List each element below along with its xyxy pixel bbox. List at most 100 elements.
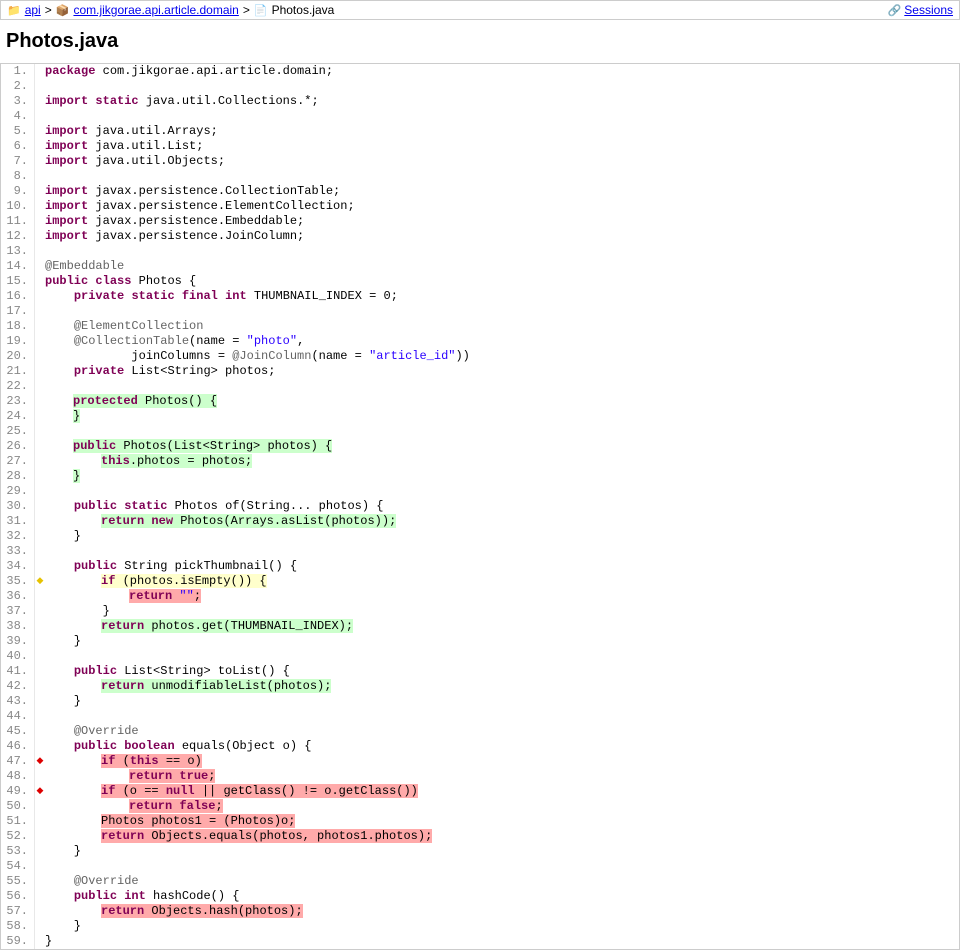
line-number[interactable]: 2.: [1, 79, 35, 94]
line-number[interactable]: 42.: [1, 679, 35, 694]
line-number[interactable]: 20.: [1, 349, 35, 364]
page-title: Photos.java: [6, 30, 954, 53]
indent-pad: [45, 469, 73, 484]
line-number[interactable]: 47.: [1, 754, 35, 769]
coverage-marker-empty: [35, 889, 45, 904]
line-number[interactable]: 21.: [1, 364, 35, 379]
code-text: @Override: [45, 874, 959, 889]
code-text: [45, 379, 959, 394]
line-number[interactable]: 23.: [1, 394, 35, 409]
line-number[interactable]: 13.: [1, 244, 35, 259]
code-line: 4.: [1, 109, 959, 124]
line-number[interactable]: 28.: [1, 469, 35, 484]
line-number[interactable]: 29.: [1, 484, 35, 499]
code-text: @ElementCollection: [45, 319, 959, 334]
line-number[interactable]: 10.: [1, 199, 35, 214]
line-number[interactable]: 39.: [1, 634, 35, 649]
line-number[interactable]: 53.: [1, 844, 35, 859]
line-number[interactable]: 56.: [1, 889, 35, 904]
code-line: 33.: [1, 544, 959, 559]
code-text: public int hashCode() {: [45, 889, 959, 904]
line-number[interactable]: 57.: [1, 904, 35, 919]
line-number[interactable]: 1.: [1, 64, 35, 79]
line-number[interactable]: 25.: [1, 424, 35, 439]
line-number[interactable]: 55.: [1, 874, 35, 889]
line-number[interactable]: 32.: [1, 529, 35, 544]
line-number[interactable]: 46.: [1, 739, 35, 754]
line-number[interactable]: 26.: [1, 439, 35, 454]
coverage-marker-empty: [35, 904, 45, 919]
coverage-marker-empty: [35, 844, 45, 859]
breadcrumb-sep: >: [243, 3, 250, 17]
indent-pad: [45, 619, 101, 634]
line-number[interactable]: 12.: [1, 229, 35, 244]
line-number[interactable]: 18.: [1, 319, 35, 334]
line-number[interactable]: 41.: [1, 664, 35, 679]
line-number[interactable]: 4.: [1, 109, 35, 124]
line-number[interactable]: 51.: [1, 814, 35, 829]
line-number[interactable]: 40.: [1, 649, 35, 664]
line-number[interactable]: 49.: [1, 784, 35, 799]
line-number[interactable]: 43.: [1, 694, 35, 709]
line-number[interactable]: 22.: [1, 379, 35, 394]
breadcrumb-api-link[interactable]: api: [25, 3, 41, 17]
line-number[interactable]: 3.: [1, 94, 35, 109]
code-text: return unmodifiableList(photos);: [101, 679, 959, 694]
line-number[interactable]: 44.: [1, 709, 35, 724]
coverage-marker-empty: [35, 604, 45, 619]
line-number[interactable]: 35.: [1, 574, 35, 589]
line-number[interactable]: 58.: [1, 919, 35, 934]
line-number[interactable]: 33.: [1, 544, 35, 559]
line-number[interactable]: 59.: [1, 934, 35, 949]
line-number[interactable]: 9.: [1, 184, 35, 199]
line-number[interactable]: 7.: [1, 154, 35, 169]
line-number[interactable]: 19.: [1, 334, 35, 349]
coverage-green-span: this.photos = photos;: [101, 454, 252, 468]
breadcrumb-package-link[interactable]: com.jikgorae.api.article.domain: [73, 3, 238, 17]
code-text: }: [45, 934, 959, 949]
coverage-marker-empty: [35, 304, 45, 319]
line-number[interactable]: 48.: [1, 769, 35, 784]
line-number[interactable]: 5.: [1, 124, 35, 139]
code-line: 31.return new Photos(Arrays.asList(photo…: [1, 514, 959, 529]
coverage-marker-empty: [35, 259, 45, 274]
coverage-marker-empty: [35, 319, 45, 334]
coverage-marker-empty: [35, 214, 45, 229]
line-number[interactable]: 37.: [1, 604, 35, 619]
line-number[interactable]: 50.: [1, 799, 35, 814]
code-line: 9.import javax.persistence.CollectionTab…: [1, 184, 959, 199]
coverage-marker-empty: [35, 829, 45, 844]
coverage-marker-empty: [35, 694, 45, 709]
line-number[interactable]: 24.: [1, 409, 35, 424]
line-number[interactable]: 15.: [1, 274, 35, 289]
line-number[interactable]: 16.: [1, 289, 35, 304]
line-number[interactable]: 8.: [1, 169, 35, 184]
code-text: protected Photos() {: [73, 394, 959, 409]
line-number[interactable]: 6.: [1, 139, 35, 154]
line-number[interactable]: 38.: [1, 619, 35, 634]
code-line: 17.: [1, 304, 959, 319]
line-number[interactable]: 52.: [1, 829, 35, 844]
coverage-marker-empty: [35, 199, 45, 214]
line-number[interactable]: 34.: [1, 559, 35, 574]
line-number[interactable]: 36.: [1, 589, 35, 604]
line-number[interactable]: 11.: [1, 214, 35, 229]
line-number[interactable]: 54.: [1, 859, 35, 874]
code-line: 5.import java.util.Arrays;: [1, 124, 959, 139]
line-number[interactable]: 17.: [1, 304, 35, 319]
coverage-red-marker-icon: [35, 784, 45, 799]
coverage-marker-empty: [35, 454, 45, 469]
code-line: 20. joinColumns = @JoinColumn(name = "ar…: [1, 349, 959, 364]
code-line: 11.import javax.persistence.Embeddable;: [1, 214, 959, 229]
line-number[interactable]: 30.: [1, 499, 35, 514]
code-text: [45, 484, 959, 499]
line-number[interactable]: 31.: [1, 514, 35, 529]
line-number[interactable]: 14.: [1, 259, 35, 274]
code-line: 26.public Photos(List<String> photos) {: [1, 439, 959, 454]
line-number[interactable]: 27.: [1, 454, 35, 469]
sessions-link[interactable]: Sessions: [904, 3, 953, 17]
code-line: 56. public int hashCode() {: [1, 889, 959, 904]
code-text: [45, 859, 959, 874]
code-line: 6.import java.util.List;: [1, 139, 959, 154]
code-text: public static Photos of(String... photos…: [45, 499, 959, 514]
